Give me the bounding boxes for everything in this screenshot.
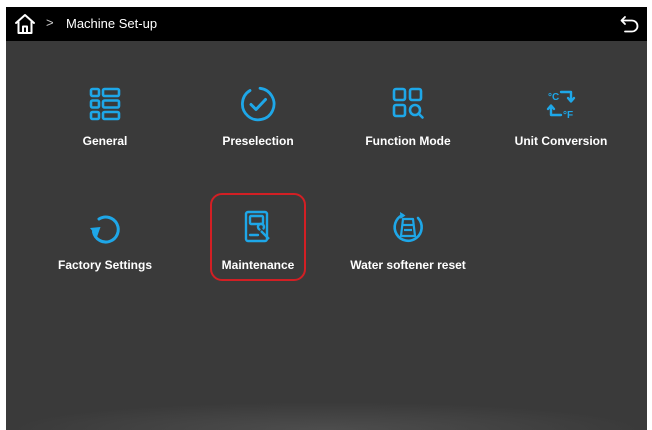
tile-label: Preselection	[222, 134, 294, 148]
water-softener-icon	[388, 208, 428, 248]
app-screen: > Machine Set-up General Preselection Fu…	[6, 7, 647, 430]
tile-label: Unit Conversion	[514, 134, 608, 148]
grid-list-icon	[85, 84, 125, 124]
tile-label: Water softener reset	[350, 258, 466, 272]
tile-water-softener-reset[interactable]: Water softener reset	[333, 200, 483, 296]
check-circle-icon	[238, 84, 278, 124]
top-bar: > Machine Set-up	[6, 7, 647, 41]
tile-label: Function Mode	[365, 134, 451, 148]
bottom-sheen	[6, 402, 647, 430]
back-icon[interactable]	[619, 13, 641, 35]
maintenance-icon	[238, 208, 278, 248]
tile-preselection[interactable]: Preselection	[183, 76, 333, 172]
home-icon[interactable]	[14, 13, 36, 35]
tile-function-mode[interactable]: Function Mode	[333, 76, 483, 172]
svg-text:°F: °F	[563, 110, 573, 121]
tile-label: Factory Settings	[57, 258, 153, 272]
reset-arrow-icon	[85, 208, 125, 248]
breadcrumb-separator: >	[46, 15, 54, 30]
grid-search-icon	[388, 84, 428, 124]
tile-general[interactable]: General	[30, 76, 180, 172]
tile-label: General	[82, 134, 128, 148]
tile-label: Maintenance	[221, 258, 295, 272]
celsius-fahrenheit-icon: °C °F	[541, 84, 581, 124]
tile-factory-settings[interactable]: Factory Settings	[30, 200, 180, 296]
svg-text:°C: °C	[548, 92, 559, 103]
tile-maintenance[interactable]: Maintenance	[183, 200, 333, 296]
page-title: Machine Set-up	[66, 16, 158, 31]
tile-unit-conversion[interactable]: °C °F Unit Conversion	[486, 76, 636, 172]
